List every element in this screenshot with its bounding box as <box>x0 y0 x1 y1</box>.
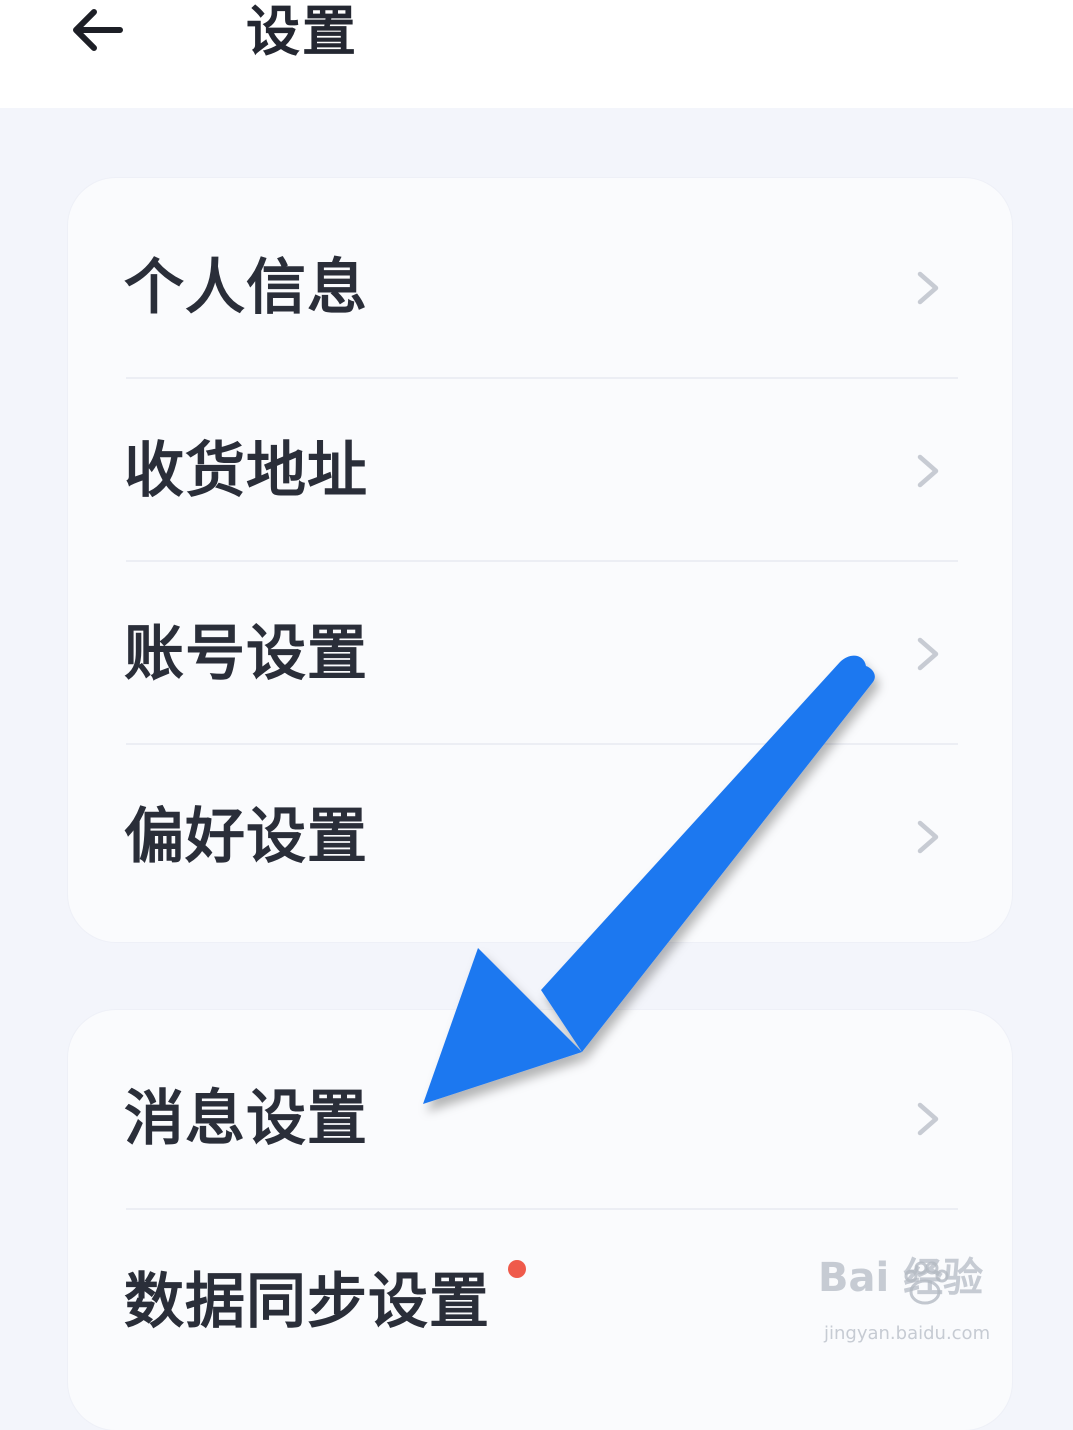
settings-row-account-settings[interactable]: 账号设置 <box>68 562 1012 745</box>
arrow-left-icon <box>73 9 123 51</box>
settings-row-preferences[interactable]: 偏好设置 <box>68 745 1012 928</box>
back-button[interactable] <box>62 2 132 58</box>
settings-row-label: 数据同步设置 <box>124 1266 490 1337</box>
settings-row-label: 账号设置 <box>124 618 368 689</box>
settings-card-secondary: 消息设置 数据同步设置 <box>68 1010 1012 1430</box>
chevron-right-icon <box>910 451 946 491</box>
top-bar: 设置 <box>0 0 1073 108</box>
chevron-right-icon <box>910 817 946 857</box>
settings-row-personal-info[interactable]: 个人信息 <box>68 196 1012 379</box>
settings-row-label: 个人信息 <box>124 252 368 323</box>
chevron-right-icon <box>910 1099 946 1139</box>
settings-row-label: 偏好设置 <box>124 801 368 872</box>
settings-card-primary: 个人信息 收货地址 账号设置 偏好设置 <box>68 178 1012 942</box>
settings-row-message-settings[interactable]: 消息设置 <box>68 1027 1012 1210</box>
settings-row-label: 消息设置 <box>124 1083 368 1154</box>
notification-dot-icon <box>508 1260 526 1278</box>
chevron-right-icon <box>910 268 946 308</box>
page-title: 设置 <box>246 0 358 63</box>
settings-row-shipping-address[interactable]: 收货地址 <box>68 379 1012 562</box>
chevron-right-icon <box>910 634 946 674</box>
settings-row-label: 收货地址 <box>124 435 368 506</box>
settings-row-data-sync[interactable]: 数据同步设置 <box>68 1210 1012 1393</box>
